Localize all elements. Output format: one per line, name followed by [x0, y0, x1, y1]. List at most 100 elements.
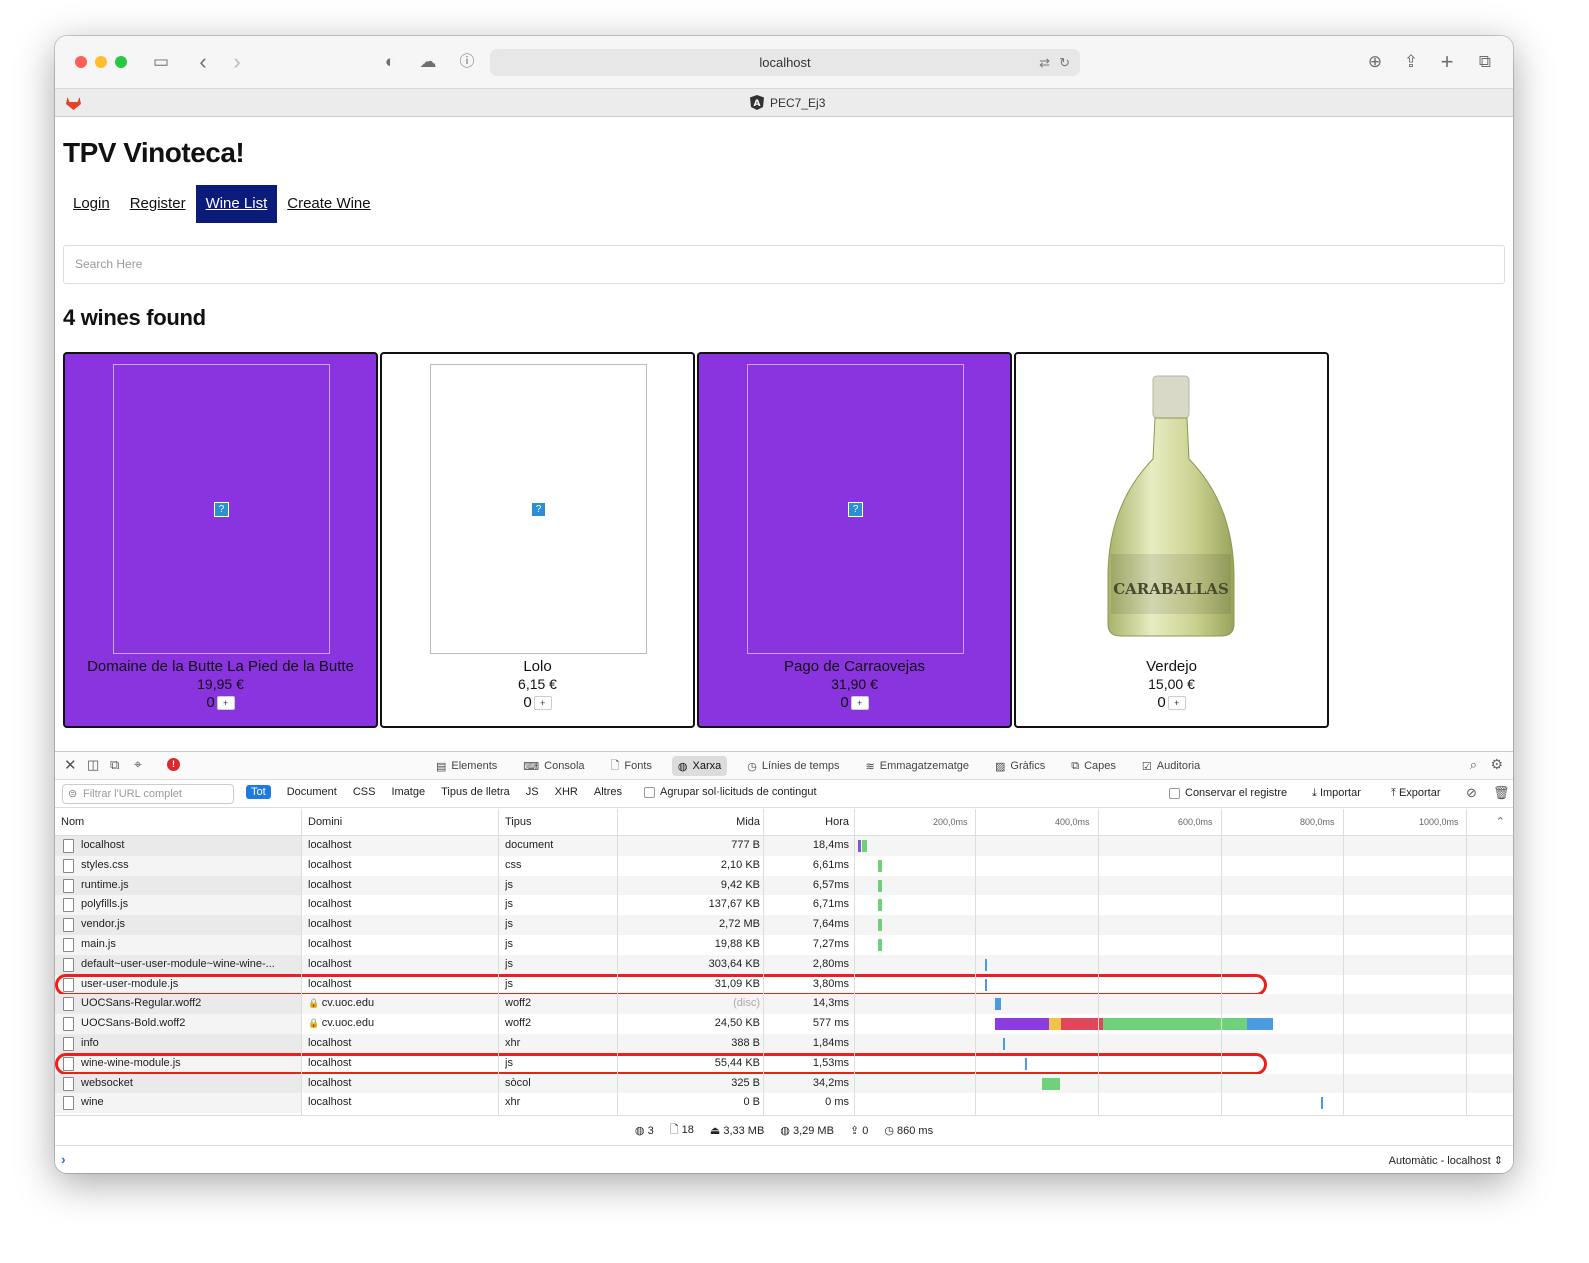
file-icon: [63, 878, 74, 893]
share-icon[interactable]: ⇪: [1399, 50, 1423, 74]
col-type[interactable]: Tipus: [505, 809, 615, 835]
filter-all[interactable]: Tot: [246, 785, 271, 799]
request-domain: localhost: [308, 898, 352, 911]
timeline-tick: 1000,0ms: [1419, 817, 1459, 827]
request-time: 577 ms: [812, 1017, 849, 1030]
nav-create-wine-link[interactable]: Create Wine: [277, 185, 380, 223]
gear-icon[interactable]: ⚙: [1490, 756, 1503, 773]
download-icon[interactable]: ⊕: [1363, 50, 1387, 74]
request-row[interactable]: websocket localhost sòcol 325 B 34,2ms: [55, 1073, 1513, 1094]
tab-timelines[interactable]: ◷ Línies de temps: [741, 756, 845, 776]
import-button[interactable]: ⤓ Importar: [1312, 787, 1361, 800]
wine-card[interactable]: ? Domaine de la Butte La Pied de la Butt…: [63, 352, 378, 728]
request-domain: localhost: [308, 957, 352, 970]
element-picker-icon[interactable]: ⌖: [134, 756, 142, 773]
tab-storage[interactable]: ≋ Emmagatzematge: [860, 756, 975, 776]
request-row[interactable]: polyfills.js localhost js 137,67 KB 6,71ms: [55, 895, 1513, 916]
increment-button[interactable]: +: [216, 695, 235, 710]
nav-wine-list-link[interactable]: Wine List: [195, 185, 278, 223]
nav-register-link[interactable]: Register: [120, 185, 196, 223]
filter-document[interactable]: Document: [287, 786, 337, 798]
request-row[interactable]: wine-wine-module.js localhost js 55,44 KB 1,…: [55, 1052, 1513, 1075]
disable-cache-icon[interactable]: ⊘: [1466, 785, 1477, 801]
wine-card[interactable]: ? Pago de Carraovejas 31,90 € 0 +: [697, 352, 1012, 728]
active-tab[interactable]: A PEC7_Ej3: [750, 95, 825, 110]
close-inspector-icon[interactable]: ✕: [64, 756, 77, 774]
request-domain: localhost: [308, 918, 352, 931]
request-type: woff2: [505, 1017, 532, 1030]
new-tab-icon[interactable]: +: [1435, 50, 1459, 74]
request-row[interactable]: wine localhost xhr 0 B 0 ms: [55, 1093, 1513, 1114]
sidebar-icon[interactable]: ▭: [149, 50, 173, 74]
col-name[interactable]: Nom: [61, 809, 84, 835]
dock-icon[interactable]: ◫: [87, 757, 99, 773]
preserve-log-checkbox[interactable]: Conservar el registre: [1169, 787, 1287, 799]
collapse-icon[interactable]: ⌃: [1496, 809, 1505, 836]
wine-list: ? Domaine de la Butte La Pied de la Butt…: [63, 352, 1329, 728]
execution-context-select[interactable]: Automàtic - localhost ⇕: [1389, 1154, 1503, 1167]
prompt-chevron-icon[interactable]: ›: [61, 1151, 66, 1167]
request-row[interactable]: UOCSans-Bold.woff2 🔒 cv.uoc.edu woff2 24,50…: [55, 1014, 1513, 1034]
cloud-icon[interactable]: ☁: [416, 50, 440, 74]
request-row[interactable]: main.js localhost js 19,88 KB 7,27ms: [55, 934, 1513, 955]
web-inspector: ✕ ◫ ⧉ ⌖ ! ▤ Elements ⌨ Consola 🗋 Fonts ◍ Xar…: [55, 751, 1513, 1173]
request-row[interactable]: localhost localhost document 777 B 18,4ms: [55, 836, 1513, 856]
trash-icon[interactable]: 🗑: [1493, 785, 1510, 801]
increment-button[interactable]: +: [533, 695, 552, 710]
export-button[interactable]: ⤒ Exportar: [1391, 787, 1441, 800]
filter-xhr[interactable]: XHR: [555, 786, 578, 798]
increment-button[interactable]: +: [850, 695, 869, 710]
minimize-window-button[interactable]: [95, 56, 107, 68]
request-rows: localhost localhost document 777 B 18,4ms sty…: [55, 836, 1513, 1114]
filter-font[interactable]: Tipus de lletra: [441, 786, 510, 798]
tab-overview-icon[interactable]: ⧉: [1473, 50, 1497, 74]
info-icon[interactable]: ⓘ: [455, 50, 479, 74]
tab-network[interactable]: ◍ Xarxa: [671, 756, 728, 776]
filter-js[interactable]: JS: [526, 786, 539, 798]
nav-login-link[interactable]: Login: [63, 185, 120, 223]
wine-name: Pago de Carraovejas: [784, 658, 925, 675]
request-row[interactable]: UOCSans-Regular.woff2 🔒 cv.uoc.edu woff2 (d…: [55, 994, 1513, 1015]
zoom-window-button[interactable]: [115, 56, 127, 68]
shield-icon[interactable]: ◐: [378, 50, 402, 74]
url-filter-input[interactable]: ⊜ Filtrar l'URL complet: [62, 784, 234, 804]
address-bar[interactable]: localhost ⇄ ↻: [490, 49, 1080, 76]
close-window-button[interactable]: [75, 56, 87, 68]
request-row[interactable]: vendor.js localhost js 2,72 MB 7,64ms: [55, 915, 1513, 935]
col-size[interactable]: Mida: [620, 809, 760, 835]
request-row[interactable]: runtime.js localhost js 9,42 KB 6,57ms: [55, 875, 1513, 896]
updown-chevron-icon: ⇕: [1493, 1155, 1503, 1167]
gitlab-icon[interactable]: [65, 95, 82, 111]
filter-image[interactable]: Imatge: [391, 786, 425, 798]
detach-icon[interactable]: ⧉: [110, 757, 119, 773]
request-row[interactable]: styles.css localhost css 2,10 KB 6,61ms: [55, 855, 1513, 876]
search-input[interactable]: Search Here: [63, 245, 1505, 284]
reload-icon[interactable]: ↻: [1059, 49, 1070, 76]
group-requests-checkbox[interactable]: Agrupar sol·licituds de contingut: [643, 786, 817, 798]
request-row[interactable]: default~user-user-module~wine-wine-... lo…: [55, 954, 1513, 975]
timing-bar: [1247, 1018, 1273, 1031]
wine-card[interactable]: CARABALLAS Verdejo 15,00 € 0 +: [1014, 352, 1329, 728]
filter-other[interactable]: Altres: [594, 786, 622, 798]
col-time[interactable]: Hora: [765, 809, 849, 835]
col-domain[interactable]: Domini: [308, 809, 498, 835]
increment-button[interactable]: +: [1167, 695, 1186, 710]
tab-fonts[interactable]: 🗋 Fonts: [605, 756, 658, 776]
filter-css[interactable]: CSS: [353, 786, 376, 798]
back-icon[interactable]: ‹: [191, 50, 215, 74]
tab-audit[interactable]: ☑ Auditoria: [1136, 756, 1206, 776]
error-icon[interactable]: !: [167, 758, 180, 771]
translate-icon[interactable]: ⇄: [1039, 49, 1050, 76]
request-size: 24,50 KB: [714, 1017, 760, 1030]
network-filter-bar: ⊜ Filtrar l'URL complet Tot Document CSS…: [55, 780, 1513, 808]
wine-card[interactable]: ? Lolo 6,15 € 0 +: [380, 352, 695, 728]
lock-icon: 🔒: [308, 998, 322, 1009]
tab-layers[interactable]: ⧉ Capes: [1065, 756, 1122, 776]
request-row[interactable]: user-user-module.js localhost js 31,09 KB 3,…: [55, 973, 1513, 996]
request-row[interactable]: info localhost xhr 388 B 1,84ms: [55, 1033, 1513, 1054]
tab-graphics[interactable]: ▨ Gràfics: [989, 756, 1051, 776]
tab-console[interactable]: ⌨ Consola: [517, 756, 590, 776]
search-icon[interactable]: ⌕: [1470, 757, 1477, 773]
forward-icon[interactable]: ›: [225, 50, 249, 74]
tab-elements[interactable]: ▤ Elements: [430, 756, 503, 776]
